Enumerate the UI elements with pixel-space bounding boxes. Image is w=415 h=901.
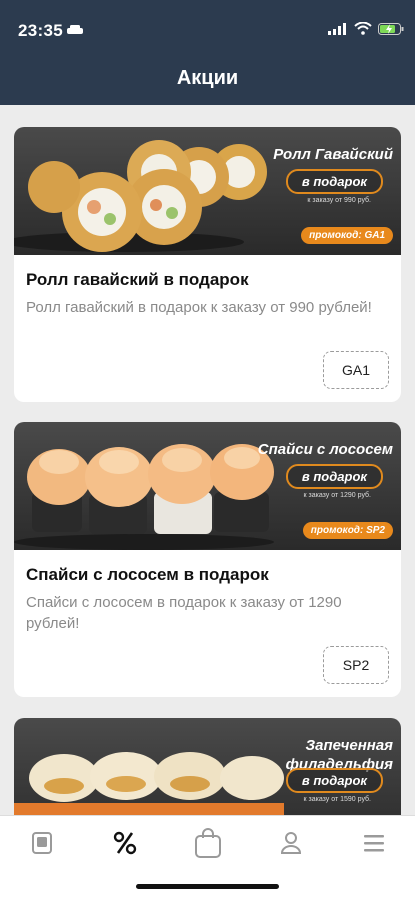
banner-gift-pill: в подарок <box>285 768 383 793</box>
banner-gift-pill: в подарок <box>285 464 383 489</box>
promotion-banner: Спайси с лососем в подарок к заказу от 1… <box>14 422 401 550</box>
promotion-banner: Ролл Гавайский в подарок к заказу от 990… <box>14 127 401 255</box>
hamburger-menu-icon <box>364 835 384 852</box>
tab-cart[interactable] <box>188 828 228 858</box>
promo-code-button[interactable]: SP2 <box>323 646 389 684</box>
banner-promo-code: промокод: SP2 <box>302 522 393 539</box>
app-header: 23:35 Акции <box>0 0 415 105</box>
promotion-card[interactable]: Ролл Гавайский в подарок к заказу от 990… <box>14 127 401 402</box>
banner-gift-pill: в подарок <box>285 169 383 194</box>
percent-icon <box>113 831 137 855</box>
menu-card-icon <box>32 832 52 854</box>
baked-philadelphia-roll-image <box>14 752 284 815</box>
tab-more[interactable] <box>354 828 394 858</box>
status-time: 23:35 <box>18 21 63 40</box>
promotion-banner: Запеченная филадельфия в подарок к заказ… <box>14 718 401 815</box>
wifi-icon <box>354 22 372 35</box>
battery-charging-icon <box>378 23 404 35</box>
cart-bag-icon <box>195 828 221 858</box>
home-indicator[interactable] <box>136 884 279 889</box>
banner-promo-code: промокод: GA1 <box>301 227 393 244</box>
banner-title: Ролл Гавайский <box>273 146 393 163</box>
page-title: Акции <box>176 67 239 89</box>
promotion-card[interactable]: Запеченная филадельфия в подарок к заказ… <box>14 718 401 815</box>
banner-note: к заказу от 1290 руб. <box>303 492 371 499</box>
hawaiian-roll-image <box>14 140 267 252</box>
tab-promotions[interactable] <box>105 828 145 858</box>
status-bar: 23:35 <box>0 0 415 50</box>
cellular-signal-icon <box>328 23 346 35</box>
banner-note: к заказу от 1590 руб. <box>303 796 371 803</box>
tab-menu[interactable] <box>22 828 62 858</box>
car-icon <box>67 25 83 34</box>
banner-note: к заказу от 990 руб. <box>307 197 371 204</box>
promo-code-button[interactable]: GA1 <box>323 351 389 389</box>
tab-profile[interactable] <box>271 828 311 858</box>
promotion-description: Спайси с лососем в подарок к заказу от 1… <box>26 594 342 632</box>
promotion-title: Спайси с лососем в подарок <box>26 565 269 584</box>
promotions-list[interactable]: Ролл Гавайский в подарок к заказу от 990… <box>0 105 415 815</box>
promotion-card[interactable]: Спайси с лососем в подарок к заказу от 1… <box>14 422 401 697</box>
spicy-salmon-roll-image <box>14 444 274 550</box>
promotion-title: Ролл гавайский в подарок <box>26 270 249 289</box>
promotion-description: Ролл гавайский в подарок к заказу от 990… <box>26 299 372 316</box>
profile-icon <box>280 832 302 854</box>
banner-title: Спайси с лососем <box>257 441 393 458</box>
